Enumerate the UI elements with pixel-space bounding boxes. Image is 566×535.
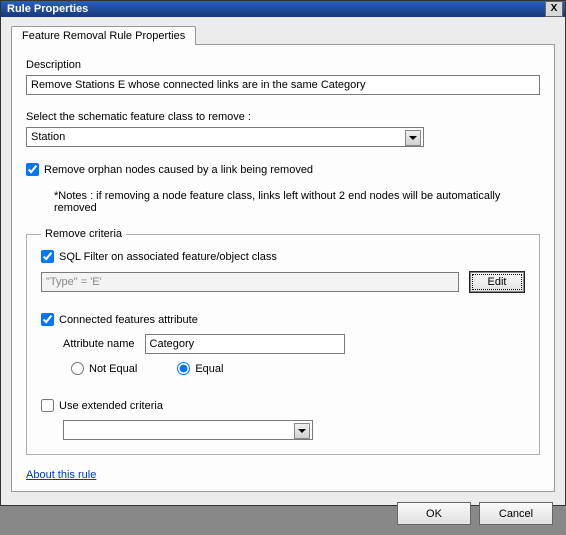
- extended-row: Use extended criteria: [41, 399, 525, 412]
- orphan-label: Remove orphan nodes caused by a link bei…: [44, 164, 313, 176]
- remove-criteria-group: Remove criteria SQL Filter on associated…: [26, 228, 540, 455]
- sql-filter-label: SQL Filter on associated feature/object …: [59, 251, 277, 263]
- connected-label: Connected features attribute: [59, 314, 198, 326]
- window-title: Rule Properties: [7, 3, 545, 15]
- sql-filter-checkbox[interactable]: [41, 250, 54, 263]
- feature-class-select[interactable]: Station: [26, 127, 424, 147]
- chevron-down-icon: [294, 423, 310, 439]
- titlebar: Rule Properties X: [1, 1, 565, 17]
- connected-checkbox[interactable]: [41, 313, 54, 326]
- orphan-checkbox[interactable]: [26, 163, 39, 176]
- description-input[interactable]: [26, 75, 540, 95]
- radio-row: Not Equal Equal: [41, 362, 525, 375]
- attr-name-label: Attribute name: [63, 338, 135, 350]
- tab-strip: Feature Removal Rule Properties: [11, 25, 555, 44]
- close-button[interactable]: X: [545, 1, 563, 17]
- cancel-button[interactable]: Cancel: [479, 502, 553, 525]
- edit-sql-button[interactable]: Edit: [469, 271, 525, 293]
- attr-name-row: Attribute name: [41, 334, 525, 354]
- about-link-label: About this rule: [26, 469, 96, 481]
- radio-equal[interactable]: [177, 362, 190, 375]
- description-label: Description: [26, 59, 540, 71]
- attr-name-input[interactable]: [145, 334, 345, 354]
- orphan-row: Remove orphan nodes caused by a link bei…: [26, 163, 540, 176]
- cancel-label: Cancel: [499, 508, 533, 520]
- radio-equal-wrap: Equal: [177, 362, 223, 375]
- close-icon: X: [551, 3, 558, 14]
- remove-criteria-legend: Remove criteria: [41, 228, 126, 240]
- about-link[interactable]: About this rule: [26, 459, 96, 481]
- feature-class-label: Select the schematic feature class to re…: [26, 111, 540, 123]
- sql-expression-input: [41, 272, 459, 292]
- chevron-down-icon: [405, 130, 421, 146]
- radio-not-equal[interactable]: [71, 362, 84, 375]
- extended-label: Use extended criteria: [59, 400, 163, 412]
- rule-properties-window: Rule Properties X Feature Removal Rule P…: [0, 0, 566, 506]
- tab-feature-removal[interactable]: Feature Removal Rule Properties: [11, 26, 196, 45]
- notes-text: *Notes : if removing a node feature clas…: [26, 180, 540, 224]
- radio-equal-label: Equal: [195, 363, 223, 375]
- connected-row: Connected features attribute: [41, 313, 525, 326]
- radio-not-equal-label: Not Equal: [89, 363, 137, 375]
- feature-class-value: Station: [31, 131, 65, 143]
- extended-select[interactable]: [63, 420, 313, 440]
- dialog-buttons: OK Cancel: [11, 492, 555, 525]
- ok-button[interactable]: OK: [397, 502, 471, 525]
- ok-label: OK: [426, 508, 442, 520]
- radio-not-equal-wrap: Not Equal: [71, 362, 137, 375]
- sql-expr-row: Edit: [41, 271, 525, 293]
- client-area: Feature Removal Rule Properties Descript…: [1, 17, 565, 535]
- extended-checkbox[interactable]: [41, 399, 54, 412]
- sql-filter-row: SQL Filter on associated feature/object …: [41, 250, 525, 263]
- edit-button-label: Edit: [488, 276, 507, 288]
- tab-panel: Description Select the schematic feature…: [11, 44, 555, 492]
- tab-label: Feature Removal Rule Properties: [22, 30, 185, 42]
